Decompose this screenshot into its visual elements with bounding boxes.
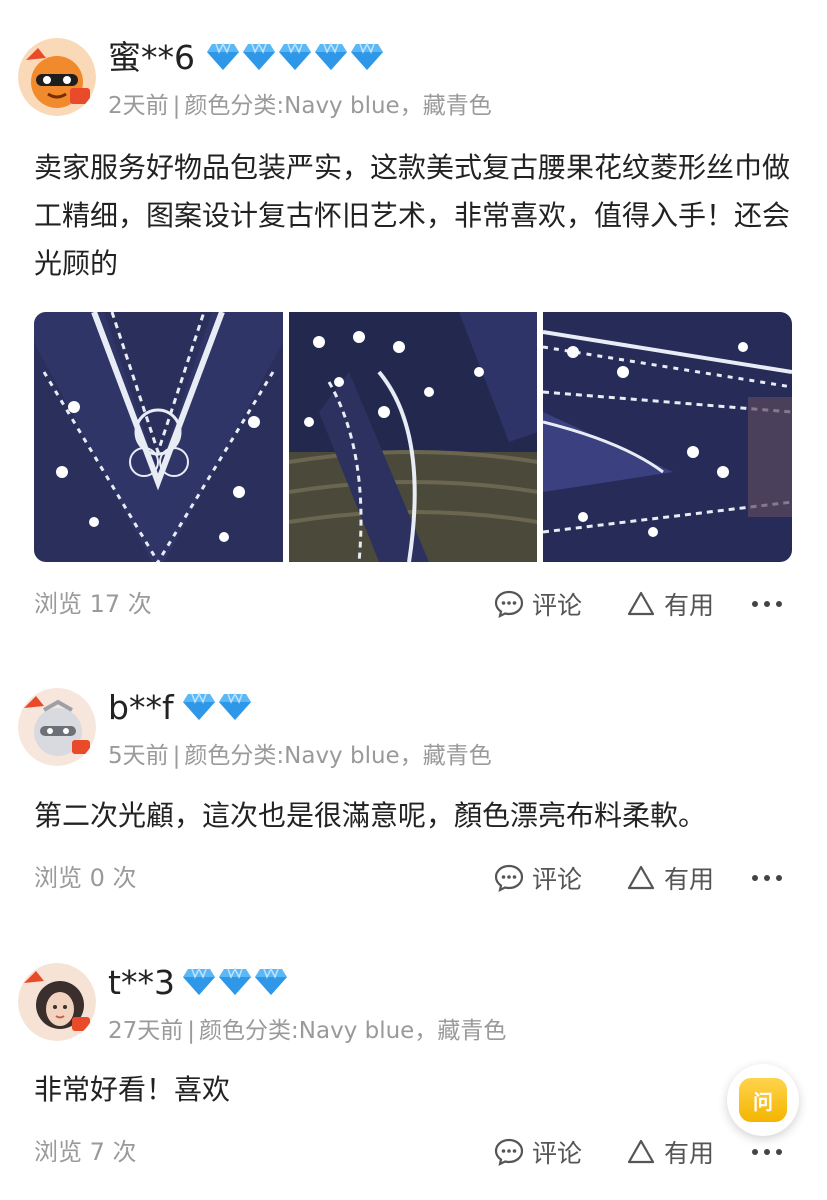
comment-label: 评论 <box>532 1139 583 1168</box>
view-count: 浏览 17 次 <box>34 590 152 618</box>
avatar-image <box>18 38 96 116</box>
avatar-image <box>18 688 96 766</box>
diamond-icon <box>183 967 215 995</box>
review-footer: 浏览 0 次 评论 有用 <box>0 858 827 898</box>
meta-separator: | <box>187 1018 196 1044</box>
diamond-icon <box>219 692 251 720</box>
member-level-badge <box>206 42 384 74</box>
review-text: 第二次光顧，這次也是很滿意呢，顏色漂亮布料柔軟。 <box>34 799 707 832</box>
review-photo[interactable] <box>34 312 283 562</box>
view-count: 浏览 0 次 <box>34 864 137 892</box>
review-footer: 浏览 7 次 评论 有用 <box>0 1132 827 1172</box>
review-text: 卖家服务好物品包装严实，这款美式复古腰果花纹菱形丝巾做工精细，图案设计复古怀旧艺… <box>34 151 791 280</box>
paisley-scarf-photo <box>34 312 283 562</box>
useful-button[interactable]: 有用 <box>626 1132 714 1172</box>
useful-label: 有用 <box>664 1139 715 1168</box>
ask-label: 问 <box>753 1089 773 1114</box>
username: b**f <box>108 688 174 727</box>
review-photo[interactable] <box>288 312 538 562</box>
comment-icon <box>494 590 524 619</box>
avatar-image <box>18 963 96 1041</box>
diamond-icon <box>315 42 347 70</box>
review-list: 蜜**6 2天前 | 颜色分类:Navy blue，藏青色 卖家服务好物品包装严实，… <box>0 0 827 1200</box>
review-meta: 2天前 | 颜色分类:Navy blue，藏青色 <box>108 90 492 122</box>
triangle-icon <box>627 1139 655 1164</box>
comment-button[interactable]: 评论 <box>494 1132 582 1172</box>
review-header: 蜜**6 2天前 | 颜色分类:Navy blue，藏青色 <box>0 30 827 120</box>
review-photo[interactable] <box>543 312 793 562</box>
paisley-scarf-photo <box>543 312 793 562</box>
review-item: 蜜**6 2天前 | 颜色分类:Navy blue，藏青色 卖家服务好物品包装严实，… <box>0 30 827 620</box>
diamond-icon <box>255 967 287 995</box>
more-icon <box>752 875 782 881</box>
ask-question-button[interactable]: 问 <box>727 1064 799 1136</box>
meta-separator: | <box>172 93 181 119</box>
ask-icon: 问 <box>739 1078 787 1122</box>
variant-info: 颜色分类:Navy blue，藏青色 <box>184 743 492 769</box>
useful-button[interactable]: 有用 <box>626 584 714 624</box>
more-button[interactable] <box>752 858 782 898</box>
review-item: t**3 27天前 | 颜色分类:Navy blue，藏青色 非常好看！喜欢 浏览 … <box>0 955 827 1168</box>
review-date: 2天前 <box>108 93 169 119</box>
username: t**3 <box>108 963 175 1002</box>
variant-info: 颜色分类:Navy blue，藏青色 <box>199 1018 507 1044</box>
avatar[interactable] <box>18 688 96 766</box>
comment-button[interactable]: 评论 <box>494 584 582 624</box>
comment-label: 评论 <box>532 591 583 620</box>
useful-label: 有用 <box>664 591 715 620</box>
more-button[interactable] <box>752 1132 782 1172</box>
review-header: t**3 27天前 | 颜色分类:Navy blue，藏青色 <box>0 955 827 1045</box>
variant-info: 颜色分类:Navy blue，藏青色 <box>184 93 492 119</box>
diamond-icon <box>219 967 251 995</box>
comment-icon <box>494 1138 524 1167</box>
review-meta: 27天前 | 颜色分类:Navy blue，藏青色 <box>108 1015 506 1047</box>
meta-separator: | <box>172 743 181 769</box>
view-count: 浏览 7 次 <box>34 1138 137 1166</box>
review-header: b**f 5天前 | 颜色分类:Navy blue，藏青色 <box>0 680 827 770</box>
diamond-icon <box>183 692 215 720</box>
review-date: 27天前 <box>108 1018 184 1044</box>
review-text: 非常好看！喜欢 <box>34 1073 231 1106</box>
diamond-icon <box>279 42 311 70</box>
useful-label: 有用 <box>664 865 715 894</box>
useful-button[interactable]: 有用 <box>626 858 714 898</box>
avatar[interactable] <box>18 38 96 116</box>
review-item: b**f 5天前 | 颜色分类:Navy blue，藏青色 第二次光顧，這次也是很滿… <box>0 680 827 894</box>
paisley-scarf-photo <box>288 312 538 562</box>
triangle-icon <box>627 865 655 890</box>
diamond-icon <box>351 42 383 70</box>
member-level-badge <box>182 967 288 999</box>
diamond-icon <box>207 42 239 70</box>
review-photos <box>34 312 793 562</box>
review-date: 5天前 <box>108 743 169 769</box>
avatar[interactable] <box>18 963 96 1041</box>
comment-icon <box>494 864 524 893</box>
review-meta: 5天前 | 颜色分类:Navy blue，藏青色 <box>108 740 492 772</box>
more-icon <box>752 1149 782 1155</box>
more-button[interactable] <box>752 584 782 624</box>
comment-button[interactable]: 评论 <box>494 858 582 898</box>
username: 蜜**6 <box>108 38 195 77</box>
triangle-icon <box>627 591 655 616</box>
comment-label: 评论 <box>532 865 583 894</box>
member-level-badge <box>182 692 252 724</box>
diamond-icon <box>243 42 275 70</box>
review-footer: 浏览 17 次 评论 有用 <box>0 584 827 624</box>
more-icon <box>752 601 782 607</box>
